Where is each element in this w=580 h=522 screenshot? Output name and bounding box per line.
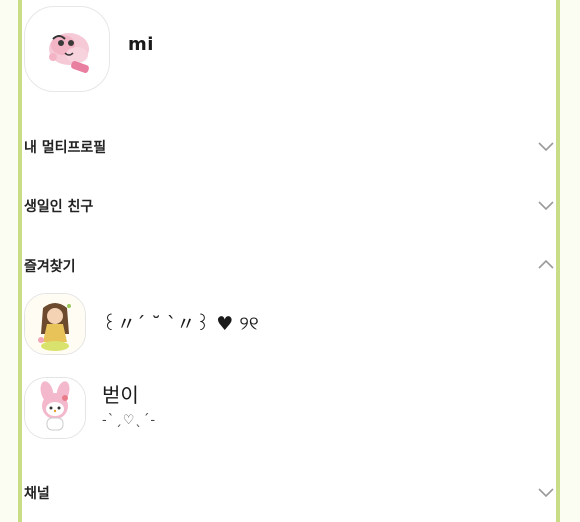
pink-fluffy-character-icon[interactable] bbox=[24, 6, 110, 92]
section-multi-profile[interactable]: 내 멀티프로필 bbox=[22, 132, 556, 162]
frame-border-right bbox=[556, 0, 560, 522]
chevron-down-icon[interactable] bbox=[538, 486, 554, 498]
my-profile-row[interactable]: mi bbox=[22, 0, 556, 100]
section-channel[interactable]: 채널 bbox=[22, 478, 556, 508]
favorite-friend-name: ꒰〃´ ˘ `〃꒱ ♥ ୨୧ bbox=[102, 313, 259, 335]
section-multi-profile-label: 내 멀티프로필 bbox=[24, 140, 107, 156]
my-profile-name: mi bbox=[128, 34, 154, 55]
chevron-up-icon[interactable] bbox=[538, 259, 554, 271]
chevron-down-icon[interactable] bbox=[538, 140, 554, 152]
section-channel-label: 채널 bbox=[24, 486, 50, 502]
favorite-friend-status: -ˋˏ♡ˎˊ- bbox=[102, 413, 157, 428]
favorite-friend-name: 벋이 bbox=[102, 383, 139, 407]
favorite-friend-row[interactable]: 벋이 -ˋˏ♡ˎˊ- bbox=[22, 377, 556, 443]
section-birthday-label: 생일인 친구 bbox=[24, 199, 94, 215]
section-birthday-friends[interactable]: 생일인 친구 bbox=[22, 191, 556, 221]
section-favorites[interactable]: 즐겨찾기 bbox=[22, 251, 556, 281]
section-favorites-label: 즐겨찾기 bbox=[24, 259, 76, 275]
chevron-down-icon[interactable] bbox=[538, 199, 554, 211]
favorite-friend-row[interactable]: ꒰〃´ ˘ `〃꒱ ♥ ୨୧ bbox=[22, 293, 556, 359]
my-melody-character-icon[interactable] bbox=[24, 377, 86, 439]
girl-character-icon[interactable] bbox=[24, 293, 86, 355]
friends-list-panel: mi 내 멀티프로필 생일인 친구 즐겨찾기 ꒰〃´ ˘ `〃꒱ ♥ ୨୧ 벋이… bbox=[22, 0, 556, 522]
